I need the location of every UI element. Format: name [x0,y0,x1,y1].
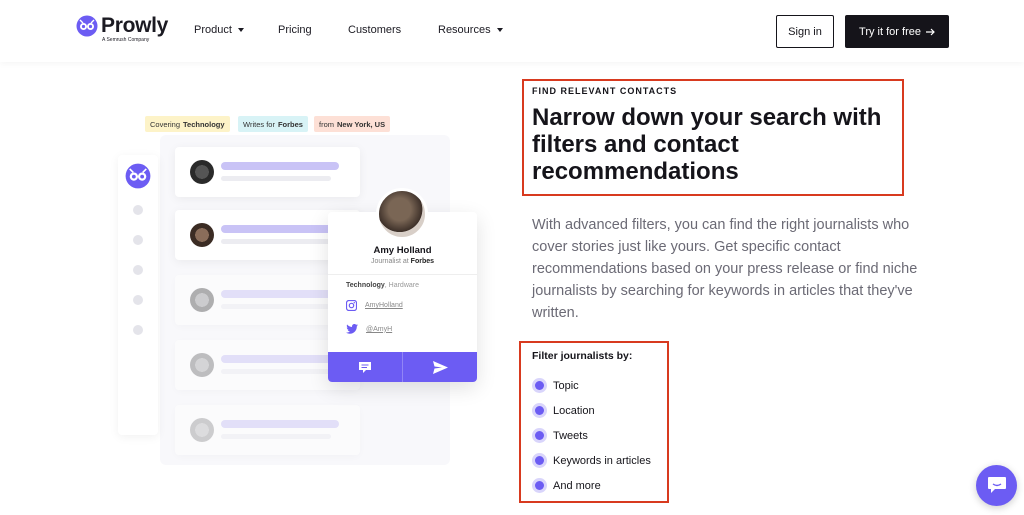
product-illustration: Covering Technology Writes for Forbes fr… [100,100,500,480]
placeholder-bar [221,434,331,439]
filter-item-label: Location [553,404,595,417]
filter-item-more: And more [532,478,601,493]
profile-instagram-handle: AmyHolland [365,302,403,309]
placeholder-bar [221,225,339,233]
sidebar-dot [133,205,143,215]
placeholder-bar [221,162,339,170]
arrow-right-icon [925,28,935,35]
message-action [328,352,403,382]
owl-logo-icon [76,15,98,37]
nav-pricing-label: Pricing [278,24,312,36]
filter-item-label: Tweets [553,429,588,442]
avatar [190,418,214,442]
filter-item-label: And more [553,479,601,492]
filter-item-tweets: Tweets [532,428,588,443]
profile-twitter: @AmyH [346,324,392,334]
logo-subtitle: A Semrush Company [102,37,150,43]
bullet-dot-icon [532,378,547,393]
owl-logo-icon [125,163,151,189]
tag-from-prefix: from [319,119,334,129]
nav-product[interactable]: Product [194,24,244,36]
sign-in-label: Sign in [788,25,822,38]
logo-wordmark: Prowly [101,14,169,37]
sidebar-dot [133,235,143,245]
nav-customers[interactable]: Customers [348,24,401,36]
nav-resources-label: Resources [438,24,491,36]
placeholder-bar [221,369,331,374]
chat-bubble-icon [987,477,1006,493]
filter-item-topic: Topic [532,378,579,393]
filter-item-location: Location [532,403,595,418]
avatar [190,288,214,312]
profile-topic-rest: , Hardware [384,282,419,289]
placeholder-bar [221,176,331,181]
placeholder-bar [221,420,339,428]
profile-topic-main: Technology [346,282,385,289]
tag-writes-for-prefix: Writes for [243,119,275,129]
caret-down-icon [496,28,503,32]
section-eyebrow: FIND RELEVANT CONTACTS [532,86,678,96]
nav-product-label: Product [194,24,232,36]
filter-item-label: Keywords in articles [553,454,651,467]
avatar [190,223,214,247]
bullet-dot-icon [532,428,547,443]
profile-twitter-handle: @AmyH [366,325,393,333]
profile-role-prefix: Journalist at [370,258,409,265]
send-action [403,352,477,382]
tag-covering-value: Technology [183,119,225,129]
caret-down-icon [237,28,244,32]
bullet-dot-icon [532,453,547,468]
placeholder-bar [221,355,339,363]
chat-widget-button[interactable] [976,465,1017,506]
contact-row [175,405,360,455]
profile-instagram: AmyHolland [346,300,403,311]
profile-photo [376,188,428,240]
message-icon [359,361,371,373]
prowly-logo[interactable]: Prowly A Semrush Company [76,15,168,43]
profile-role: Journalist at Forbes [328,258,477,265]
app-sidebar [118,155,158,435]
profile-name: Amy Holland [373,245,432,256]
divider [328,274,477,275]
bullet-dot-icon [532,403,547,418]
filter-item-keywords: Keywords in articles [532,453,651,468]
profile-actions [328,352,477,382]
journalist-profile-card: Amy Holland Journalist at Forbes Technol… [328,188,477,382]
profile-role-company: Forbes [410,258,435,265]
nav-pricing[interactable]: Pricing [278,24,312,36]
nav-customers-label: Customers [348,24,402,36]
section-headline: Narrow down your search with filters and… [532,104,882,185]
tag-covering: Covering Technology [145,116,230,132]
placeholder-bar [221,239,331,244]
try-free-label: Try it for free [859,25,921,38]
filter-item-label: Topic [553,379,579,392]
sidebar-dot [133,295,143,305]
avatar [190,353,214,377]
sidebar-dot [133,325,143,335]
filter-list-title: Filter journalists by: [532,350,633,362]
placeholder-bar [221,290,339,298]
profile-topics: Technology, Hardware [346,282,419,289]
send-icon [432,360,448,374]
site-header: Prowly A Semrush Company Product Pricing… [0,0,1024,62]
tag-from-value: New York, US [337,119,386,129]
tag-from: from New York, US [314,116,391,132]
contact-row [175,147,360,197]
avatar [190,160,214,184]
section-description: With advanced filters, you can find the … [532,217,918,321]
tag-writes-for: Writes for Forbes [238,116,308,132]
placeholder-bar [221,304,331,309]
nav-resources[interactable]: Resources [438,24,503,36]
twitter-icon [346,324,358,334]
instagram-icon [346,300,357,311]
tag-covering-prefix: Covering [150,119,181,129]
tag-writes-for-value: Forbes [277,119,303,129]
bullet-dot-icon [532,478,547,493]
sidebar-dot [133,265,143,275]
try-free-button[interactable]: Try it for free [845,15,949,48]
sign-in-button[interactable]: Sign in [776,15,834,48]
